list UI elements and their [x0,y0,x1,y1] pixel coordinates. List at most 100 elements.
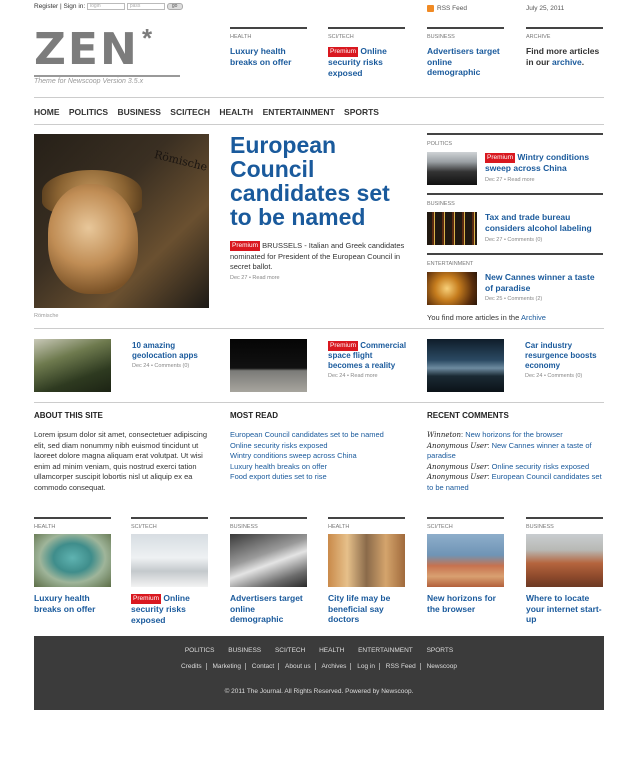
side-story-image[interactable] [427,272,477,305]
footer-nav: POLITICS BUSINESS SCI/TECH HEALTH ENTERT… [34,647,604,654]
side-story-image[interactable] [427,212,477,245]
top-bar: Register | Sign in: login pass go [34,3,604,15]
grid-story-image[interactable] [328,534,405,587]
grid-story-image[interactable] [526,534,603,587]
lead-story-meta[interactable]: Dec 27 • Read more [230,275,280,281]
side-story-title-wrap[interactable]: Premium Wintry conditions sweep across C… [485,152,603,174]
divider [34,402,604,403]
teaser-title[interactable]: Advertisers target online demographic [427,46,504,78]
footer-nav-business[interactable]: BUSINESS [228,647,261,654]
lead-story-title[interactable]: European Council candidates set to be na… [230,133,410,229]
side-story: BUSINESS Tax and trade bureau considers … [427,193,603,251]
teaser-category: ARCHIVE [526,34,551,40]
footer-nav-entertainment[interactable]: ENTERTAINMENT [358,647,413,654]
footer-nav-sports[interactable]: SPORTS [427,647,454,654]
grid-story-title[interactable]: Luxury health breaks on offer [34,593,114,614]
comment-link[interactable]: New horizons for the browser [465,430,563,439]
footer-link-archives[interactable]: Archives [317,663,352,670]
footer-link-contact[interactable]: Contact [247,663,280,670]
password-input[interactable]: pass [126,3,165,10]
premium-badge: Premium [131,594,162,604]
story-meta[interactable]: Dec 24 • Read more [328,373,378,379]
site-logo[interactable]: ZEN * Theme for Newscoop Version 3.5.x [34,23,184,87]
story-title[interactable]: Car industry resurgence boosts economy [525,341,605,371]
comment-author: Anonymous User [427,462,488,471]
footer-nav-scitech[interactable]: SCI/TECH [275,647,305,654]
story-meta[interactable]: Dec 24 • Comments (0) [132,363,189,369]
footer-copyright: © 2011 The Journal. All Rights Reserved.… [224,688,414,695]
side-story-title[interactable]: Tax and trade bureau considers alcohol l… [485,212,603,233]
nav-business[interactable]: BUSINESS [117,107,160,117]
nav-health[interactable]: HEALTH [219,107,253,117]
story-image[interactable] [34,339,111,392]
grid-story: HEALTH Luxury health breaks on offer [34,517,111,625]
comment-item: Winneton: New horizons for the browser [427,430,563,439]
side-story-image[interactable] [427,152,477,185]
footer-link-about[interactable]: About us [281,663,316,670]
most-read-item[interactable]: Food export duties set to rise [230,472,410,483]
comment-link[interactable]: Online security risks exposed [492,462,590,471]
comment-item: Anonymous User: Online security risks ex… [427,461,590,471]
story-meta[interactable]: Dec 24 • Comments (0) [525,373,582,379]
teaser-title[interactable]: Luxury health breaks on offer [230,46,307,67]
archive-link[interactable]: Archive [521,313,546,322]
grid-story: BUSINESS Advertisers target online demog… [230,517,307,625]
nav-politics[interactable]: POLITICS [69,107,108,117]
nav-sports[interactable]: SPORTS [344,107,379,117]
rss-icon [427,5,434,12]
lead-image-inscription: Römische [152,148,209,174]
premium-badge: Premium [230,241,261,251]
grid-story-image[interactable] [34,534,111,587]
grid-category: BUSINESS [526,524,554,530]
grid-story-title[interactable]: New horizons for the browser [427,593,507,614]
footer-link-newscoop[interactable]: Newscoop [423,663,461,670]
main-nav: HOME POLITICS BUSINESS SCI/TECH HEALTH E… [34,107,386,117]
side-story-meta[interactable]: Dec 27 • Comments (0) [485,237,542,243]
nav-entertainment[interactable]: ENTERTAINMENT [263,107,335,117]
footer-link-credits[interactable]: Credits [177,663,207,670]
side-story-title[interactable]: New Cannes winner a taste of paradise [485,272,603,293]
grid-story-title[interactable]: City life may be beneficial say doctors [328,593,408,625]
story-title[interactable]: 10 amazing geolocation apps [132,341,212,361]
story-image[interactable] [427,339,504,392]
comment-item: Anonymous User: New Cannes winner a tast… [427,440,592,461]
register-link[interactable]: Register [34,3,58,10]
story-card: 10 amazing geolocation apps Dec 24 • Com… [34,339,214,394]
footer: POLITICS BUSINESS SCI/TECH HEALTH ENTERT… [34,636,604,710]
archive-link[interactable]: archive [552,57,582,67]
footer-link-login[interactable]: Log in [353,663,380,670]
footer-nav-health[interactable]: HEALTH [319,647,344,654]
most-read-item[interactable]: Luxury health breaks on offer [230,462,410,473]
grid-story-image[interactable] [230,534,307,587]
grid-story-image[interactable] [427,534,504,587]
nav-home[interactable]: HOME [34,107,60,117]
footer-link-marketing[interactable]: Marketing [208,663,246,670]
go-button[interactable]: go [166,3,183,10]
most-read-item[interactable]: European Council candidates set to be na… [230,430,410,441]
story-image[interactable] [230,339,307,392]
most-read-item[interactable]: Wintry conditions sweep across China [230,451,410,462]
nav-scitech[interactable]: SCI/TECH [170,107,210,117]
grid-story-image[interactable] [131,534,208,587]
grid-story-title[interactable]: Advertisers target online demographic [230,593,310,625]
grid-story-title[interactable]: Where to locate your internet start-up [526,593,606,625]
comment-author: Anonymous User [427,473,488,481]
footer-nav-politics[interactable]: POLITICS [185,647,215,654]
lead-story-image[interactable]: Römische [34,134,209,308]
footer-link-rss[interactable]: RSS Feed [381,663,421,670]
divider [34,124,604,125]
side-story: POLITICS Premium Wintry conditions sweep… [427,133,603,191]
side-story-meta[interactable]: Dec 25 • Comments (2) [485,296,542,302]
login-input[interactable]: login [87,3,126,10]
rss-feed-link[interactable]: RSS Feed [427,5,467,12]
story-title-wrap[interactable]: Premium Commercial space flight becomes … [328,341,408,371]
footer-links: Credits Marketing Contact About us Archi… [34,663,604,670]
grid-story: BUSINESS Where to locate your internet s… [526,517,603,625]
most-read-item[interactable]: Online security risks exposed [230,441,410,452]
premium-badge: Premium [328,341,359,351]
grid-story-title-wrap[interactable]: Premium Online security risks exposed [131,593,211,625]
teaser-category: BUSINESS [427,34,455,40]
side-story-meta[interactable]: Dec 27 • Read more [485,177,535,183]
section-heading: RECENT COMMENTS [427,411,509,420]
teaser-title-wrap[interactable]: Premium Online security risks exposed [328,46,405,78]
